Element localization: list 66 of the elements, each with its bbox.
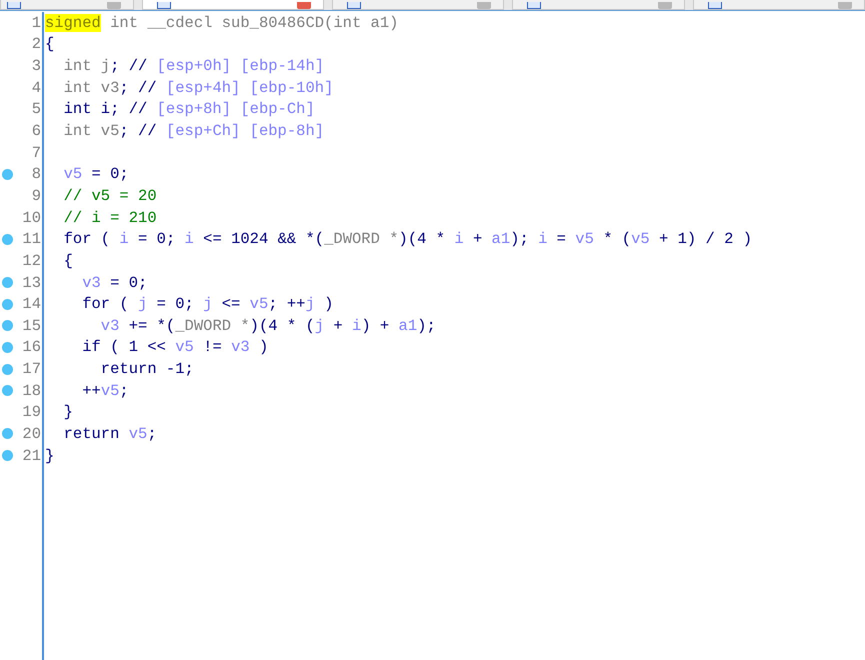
line-number: 17 xyxy=(21,360,42,378)
code-line: ++v5; xyxy=(81,382,129,400)
breakpoint-icon[interactable] xyxy=(2,320,12,332)
window-icon xyxy=(708,2,722,9)
line-number: 6 xyxy=(30,122,42,140)
code-line: v3 += *(_DWORD *)(4 * (j + i) + a1); xyxy=(100,316,436,335)
code-line: return v5; xyxy=(62,424,157,443)
code-line: if ( 1 << v5 != v3 ) xyxy=(81,338,268,356)
tab[interactable] xyxy=(0,0,134,10)
code-line: v3 = 0; xyxy=(81,274,148,292)
close-icon[interactable] xyxy=(477,2,492,9)
breakpoint-icon[interactable] xyxy=(2,364,12,375)
code-line: return -1; xyxy=(100,360,194,378)
line-number: 21 xyxy=(21,446,42,465)
code-line: // v5 = 20 xyxy=(62,186,157,205)
line-number: 13 xyxy=(21,274,42,292)
tab[interactable] xyxy=(142,0,324,10)
close-icon[interactable] xyxy=(296,2,311,9)
breakpoint-icon[interactable] xyxy=(2,385,12,396)
tab[interactable] xyxy=(692,0,865,10)
code-line: int j; // [esp+0h] [ebp-14h] xyxy=(62,57,324,76)
line-number: 7 xyxy=(30,144,42,162)
close-icon[interactable] xyxy=(658,2,672,9)
line-number: 5 xyxy=(30,100,42,118)
code-line: } xyxy=(62,403,73,422)
code-line: int v3; // [esp+4h] [ebp-10h] xyxy=(62,78,334,97)
breakpoint-icon[interactable] xyxy=(2,168,12,180)
tab[interactable] xyxy=(332,0,504,10)
window-icon xyxy=(527,2,542,9)
line-number: 8 xyxy=(30,165,42,184)
line-number: 10 xyxy=(21,208,42,227)
tab[interactable] xyxy=(512,0,685,10)
line-number: 3 xyxy=(30,57,42,76)
line-number: 4 xyxy=(30,78,42,97)
close-icon[interactable] xyxy=(838,2,852,9)
window-icon xyxy=(156,2,171,9)
close-icon[interactable] xyxy=(106,2,121,9)
window-icon xyxy=(7,2,21,9)
code-line: for ( j = 0; j <= v5; ++j ) xyxy=(81,295,334,314)
line-number: 11 xyxy=(21,230,42,248)
line-number: 12 xyxy=(21,252,42,270)
line-number: 19 xyxy=(21,403,42,422)
line-number: 20 xyxy=(21,424,42,443)
breakpoint-icon[interactable] xyxy=(2,428,12,440)
breakpoint-icon[interactable] xyxy=(2,450,12,462)
code-line: // i = 210 xyxy=(62,208,157,227)
line-number: 2 xyxy=(30,35,42,54)
line-number: 15 xyxy=(21,316,42,335)
code-line: for ( i = 0; i <= 1024 && *(_DWORD *)(4 * i + a1); i = v5 * (v5 + 1) / 2 ) xyxy=(62,230,752,248)
line-number: 16 xyxy=(21,338,42,356)
breakpoint-icon[interactable] xyxy=(2,234,12,245)
code-line: int v5; // [esp+Ch] [ebp-8h] xyxy=(62,122,324,140)
breakpoint-icon[interactable] xyxy=(2,277,12,288)
line-number: 18 xyxy=(21,382,42,400)
line-number: 1 xyxy=(30,14,42,32)
code-line: signed int __cdecl sub_80486CD(int a1) xyxy=(45,14,398,32)
breakpoint-icon[interactable] xyxy=(2,342,12,353)
breakpoint-icon[interactable] xyxy=(2,298,12,310)
window-icon xyxy=(346,2,361,9)
code-line: } xyxy=(45,446,54,465)
line-number: 14 xyxy=(21,295,42,314)
code-line: int i; // [esp+8h] [ebp-Ch] xyxy=(62,100,315,118)
code-line: { xyxy=(62,252,73,270)
code-line: v5 = 0; xyxy=(62,165,129,184)
code-line: { xyxy=(45,35,54,54)
line-number: 9 xyxy=(30,186,42,205)
